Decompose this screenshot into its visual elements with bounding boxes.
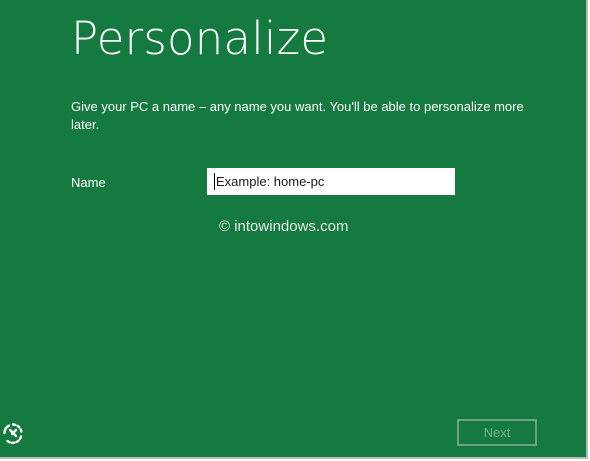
ease-of-access-icon[interactable]: [1, 421, 25, 445]
pc-name-input[interactable]: [207, 168, 455, 195]
ease-of-access-icon-graphic: [3, 423, 23, 445]
watermark: © intowindows.com: [219, 218, 349, 235]
page-description: Give your PC a name – any name you want.…: [71, 99, 524, 132]
next-button[interactable]: Next: [457, 419, 537, 446]
text-cursor: [214, 173, 215, 190]
name-label: Name: [71, 175, 106, 190]
page-title: Personalize: [71, 12, 329, 65]
setup-screen: Personalize Give your PC a name – any na…: [0, 0, 588, 459]
